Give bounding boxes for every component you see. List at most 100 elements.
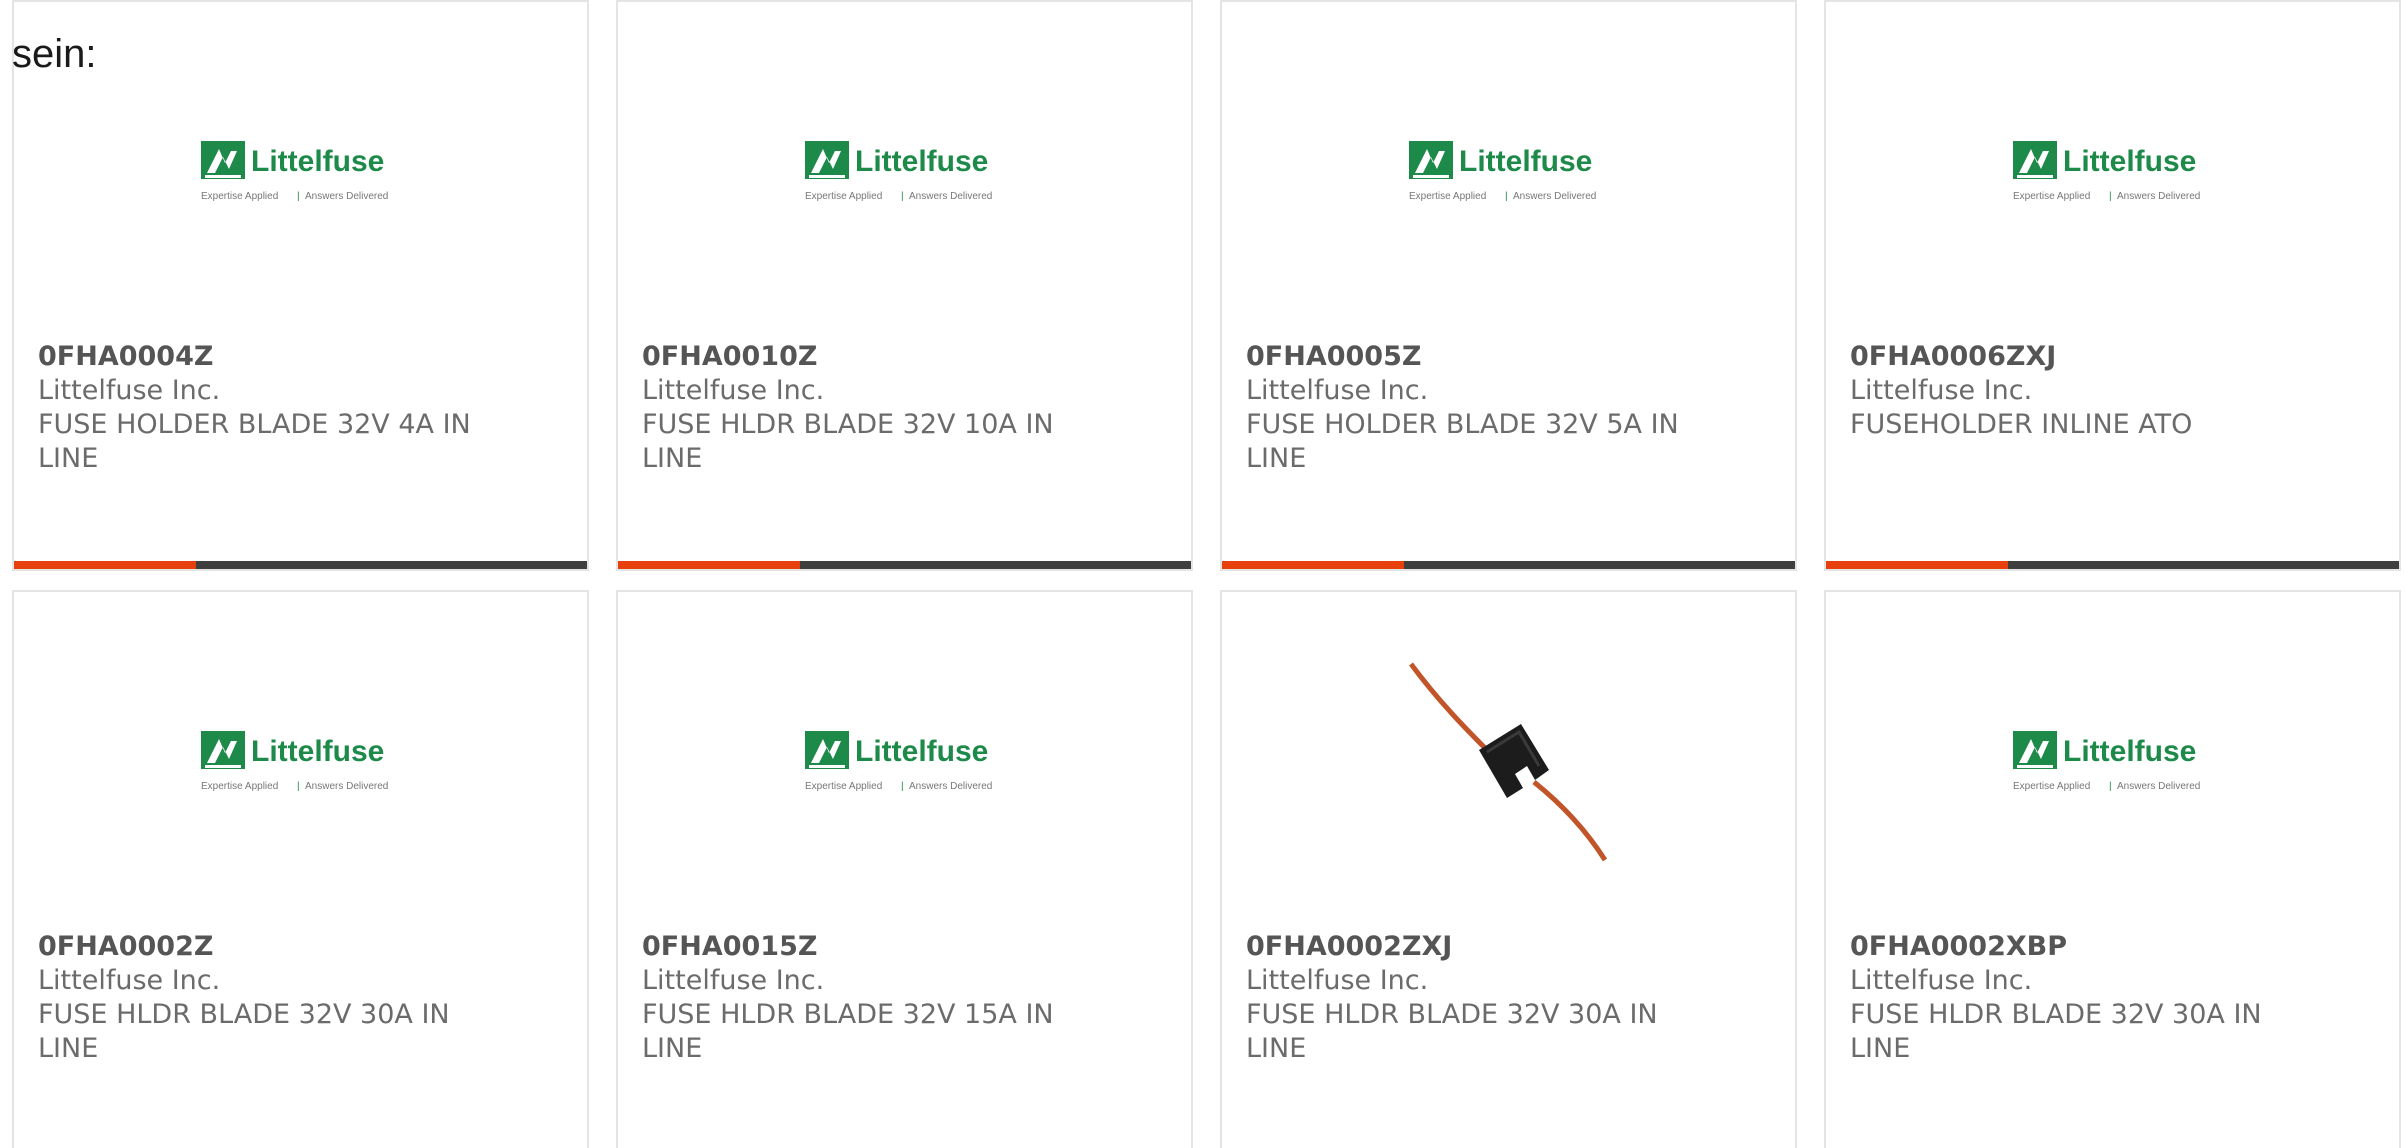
card-accent-bar (618, 561, 800, 569)
svg-text:Expertise Applied: Expertise Applied (805, 191, 882, 202)
card-bottom-bar (1222, 561, 1795, 569)
product-image: Littelfuse Expertise Applied | Answers D… (1826, 652, 2399, 872)
card-accent-bar (1826, 561, 2008, 569)
svg-text:|: | (297, 781, 300, 792)
manufacturer: Littelfuse Inc. (1850, 375, 2033, 406)
part-number[interactable]: 0FHA0006ZXJ (1850, 340, 2290, 374)
description-line: LINE (1850, 1033, 1911, 1064)
svg-text:Littelfuse: Littelfuse (2063, 735, 2196, 768)
product-card[interactable]: Littelfuse Expertise Applied | Answers D… (12, 0, 589, 571)
product-info: 0FHA0002Z Littelfuse Inc. FUSE HLDR BLAD… (38, 930, 478, 1066)
description-line: LINE (1246, 1033, 1307, 1064)
manufacturer: Littelfuse Inc. (642, 965, 825, 996)
part-number[interactable]: 0FHA0002ZXJ (1246, 930, 1686, 964)
part-number[interactable]: 0FHA0005Z (1246, 340, 1686, 374)
svg-text:Expertise Applied: Expertise Applied (805, 781, 882, 792)
product-info: 0FHA0005Z Littelfuse Inc. FUSE HOLDER BL… (1246, 340, 1686, 476)
manufacturer: Littelfuse Inc. (1850, 965, 2033, 996)
part-number[interactable]: 0FHA0002Z (38, 930, 478, 964)
svg-text:Littelfuse: Littelfuse (855, 735, 988, 768)
svg-text:Littelfuse: Littelfuse (251, 735, 384, 768)
description-line: FUSE HLDR BLADE 32V 30A IN (1850, 999, 2262, 1030)
littelfuse-logo-icon: Littelfuse Expertise Applied | Answers D… (200, 729, 388, 792)
product-image: Littelfuse Expertise Applied | Answers D… (14, 62, 587, 282)
svg-text:Littelfuse: Littelfuse (2063, 145, 2196, 178)
description-line: FUSE HLDR BLADE 32V 10A IN (642, 409, 1054, 440)
product-image: Littelfuse Expertise Applied | Answers D… (1222, 62, 1795, 282)
svg-text:|: | (2109, 781, 2112, 792)
product-grid-page: sein: Littelfuse Expertise Applied | Ans… (0, 0, 2405, 1148)
littelfuse-logo-icon: Littelfuse Expertise Applied | Answers D… (2012, 729, 2200, 792)
svg-text:Answers Delivered: Answers Delivered (2117, 781, 2200, 792)
part-number[interactable]: 0FHA0004Z (38, 340, 478, 374)
svg-text:Answers Delivered: Answers Delivered (909, 781, 992, 792)
part-number[interactable]: 0FHA0010Z (642, 340, 1082, 374)
product-image: Littelfuse Expertise Applied | Answers D… (1826, 62, 2399, 282)
card-accent-bar (14, 561, 196, 569)
card-bottom-bar (1826, 561, 2399, 569)
littelfuse-logo-icon: Littelfuse Expertise Applied | Answers D… (200, 139, 388, 202)
product-image: Littelfuse Expertise Applied | Answers D… (618, 62, 1191, 282)
product-card[interactable]: Littelfuse Expertise Applied | Answers D… (616, 0, 1193, 571)
product-image: Littelfuse Expertise Applied | Answers D… (14, 652, 587, 872)
part-number[interactable]: 0FHA0015Z (642, 930, 1082, 964)
svg-text:Littelfuse: Littelfuse (1459, 145, 1592, 178)
svg-text:Littelfuse: Littelfuse (855, 145, 988, 178)
product-image (1222, 652, 1795, 872)
svg-text:Answers Delivered: Answers Delivered (2117, 191, 2200, 202)
product-card[interactable]: Littelfuse Expertise Applied | Answers D… (1220, 0, 1797, 571)
description-line: FUSE HLDR BLADE 32V 30A IN (1246, 999, 1658, 1030)
littelfuse-logo-icon: Littelfuse Expertise Applied | Answers D… (804, 729, 992, 792)
svg-text:Answers Delivered: Answers Delivered (305, 191, 388, 202)
littelfuse-logo-icon: Littelfuse Expertise Applied | Answers D… (804, 139, 992, 202)
intro-text: sein: (12, 32, 97, 76)
svg-text:|: | (2109, 191, 2112, 202)
svg-text:Answers Delivered: Answers Delivered (1513, 191, 1596, 202)
card-bottom-bar (14, 561, 587, 569)
card-accent-bar (1222, 561, 1404, 569)
product-info: 0FHA0015Z Littelfuse Inc. FUSE HLDR BLAD… (642, 930, 1082, 1066)
description-line: LINE (1246, 443, 1307, 474)
part-number[interactable]: 0FHA0002XBP (1850, 930, 2290, 964)
svg-text:Littelfuse: Littelfuse (251, 145, 384, 178)
product-info: 0FHA0006ZXJ Littelfuse Inc. FUSEHOLDER I… (1850, 340, 2290, 442)
product-info: 0FHA0010Z Littelfuse Inc. FUSE HLDR BLAD… (642, 340, 1082, 476)
svg-text:Expertise Applied: Expertise Applied (201, 191, 278, 202)
description-line: LINE (642, 443, 703, 474)
description-line: LINE (38, 1033, 99, 1064)
manufacturer: Littelfuse Inc. (38, 375, 221, 406)
svg-text:|: | (901, 781, 904, 792)
description-line: LINE (642, 1033, 703, 1064)
inline-fuse-holder-icon (1408, 662, 1609, 862)
svg-text:Expertise Applied: Expertise Applied (1409, 191, 1486, 202)
product-info: 0FHA0004Z Littelfuse Inc. FUSE HOLDER BL… (38, 340, 478, 476)
manufacturer: Littelfuse Inc. (38, 965, 221, 996)
card-bottom-bar (618, 561, 1191, 569)
svg-text:|: | (1505, 191, 1508, 202)
product-card[interactable]: Littelfuse Expertise Applied | Answers D… (12, 590, 589, 1148)
description-line: LINE (38, 443, 99, 474)
littelfuse-logo-icon: Littelfuse Expertise Applied | Answers D… (2012, 139, 2200, 202)
product-info: 0FHA0002XBP Littelfuse Inc. FUSE HLDR BL… (1850, 930, 2290, 1066)
description-line: FUSE HOLDER BLADE 32V 4A IN (38, 409, 471, 440)
svg-text:Answers Delivered: Answers Delivered (909, 191, 992, 202)
manufacturer: Littelfuse Inc. (1246, 965, 1429, 996)
description-line: FUSE HLDR BLADE 32V 15A IN (642, 999, 1054, 1030)
description-line: FUSE HOLDER BLADE 32V 5A IN (1246, 409, 1679, 440)
product-card[interactable]: Littelfuse Expertise Applied | Answers D… (1824, 590, 2401, 1148)
littelfuse-logo-icon: Littelfuse Expertise Applied | Answers D… (1408, 139, 1596, 202)
svg-text:Expertise Applied: Expertise Applied (2013, 191, 2090, 202)
description-line: FUSEHOLDER INLINE ATO (1850, 409, 2193, 440)
svg-text:|: | (901, 191, 904, 202)
product-image: Littelfuse Expertise Applied | Answers D… (618, 652, 1191, 872)
manufacturer: Littelfuse Inc. (1246, 375, 1429, 406)
svg-text:|: | (297, 191, 300, 202)
product-card[interactable]: 0FHA0002ZXJ Littelfuse Inc. FUSE HLDR BL… (1220, 590, 1797, 1148)
product-info: 0FHA0002ZXJ Littelfuse Inc. FUSE HLDR BL… (1246, 930, 1686, 1066)
svg-text:Expertise Applied: Expertise Applied (2013, 781, 2090, 792)
description-line: FUSE HLDR BLADE 32V 30A IN (38, 999, 450, 1030)
manufacturer: Littelfuse Inc. (642, 375, 825, 406)
product-card[interactable]: Littelfuse Expertise Applied | Answers D… (1824, 0, 2401, 571)
svg-text:Answers Delivered: Answers Delivered (305, 781, 388, 792)
product-card[interactable]: Littelfuse Expertise Applied | Answers D… (616, 590, 1193, 1148)
